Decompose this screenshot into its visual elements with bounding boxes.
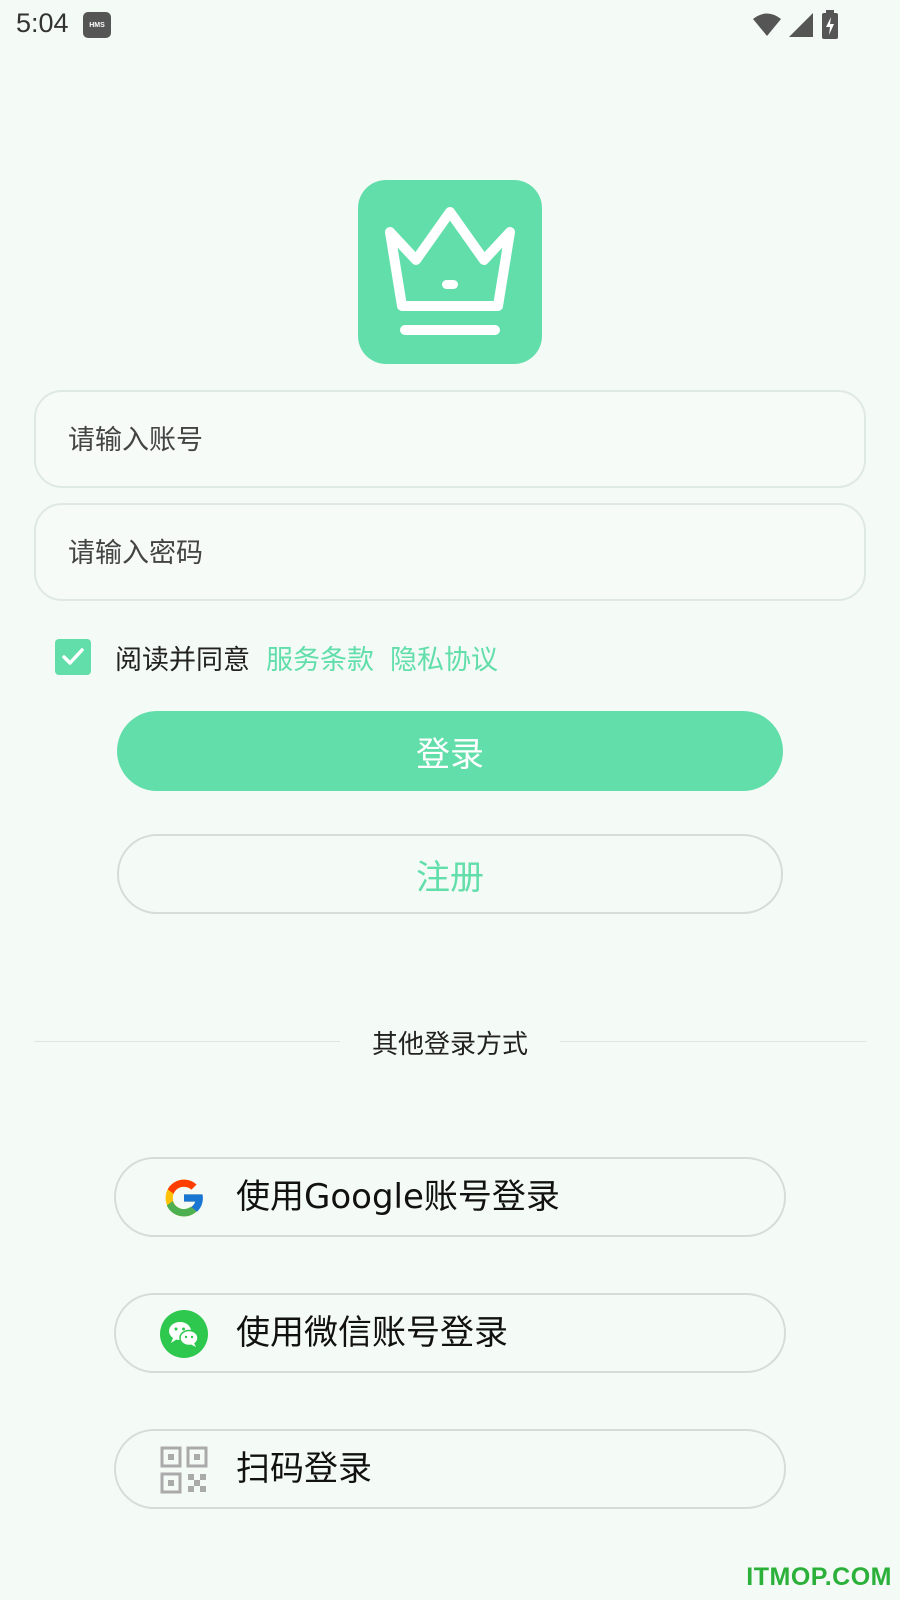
account-field bbox=[34, 390, 866, 488]
google-login-label: 使用Google账号登录 bbox=[236, 1177, 560, 1217]
wifi-icon bbox=[753, 13, 781, 36]
divider-line-right bbox=[560, 1041, 866, 1042]
register-button[interactable]: 注册 bbox=[117, 834, 783, 914]
account-input[interactable] bbox=[66, 392, 830, 488]
battery-charging-icon bbox=[822, 10, 838, 39]
status-icons bbox=[752, 10, 840, 40]
login-button[interactable]: 登录 bbox=[117, 711, 783, 791]
status-time: 5:04 bbox=[16, 8, 69, 38]
itmop-watermark: ITMOP.COM bbox=[746, 1563, 892, 1591]
google-icon bbox=[165, 1179, 204, 1217]
wechat-login-button[interactable]: 使用微信账号登录 bbox=[114, 1293, 786, 1373]
terms-link[interactable]: 服务条款 bbox=[266, 638, 374, 677]
agreement-text: 阅读并同意 bbox=[115, 644, 250, 676]
qr-login-button[interactable]: 扫码登录 bbox=[114, 1429, 786, 1509]
hms-badge: HMS bbox=[83, 12, 111, 38]
agreement-checkbox[interactable] bbox=[55, 639, 91, 675]
wechat-login-label: 使用微信账号登录 bbox=[236, 1313, 508, 1353]
crown-icon bbox=[385, 207, 515, 335]
google-login-button[interactable]: 使用Google账号登录 bbox=[114, 1157, 786, 1237]
qr-login-label: 扫码登录 bbox=[236, 1449, 372, 1489]
signal-icon bbox=[789, 13, 813, 37]
checkmark-icon bbox=[62, 648, 84, 665]
agreement-row: 阅读并同意 服务条款 隐私协议 bbox=[55, 638, 514, 676]
app-logo bbox=[358, 180, 542, 364]
status-bar: 5:04 HMS bbox=[0, 0, 900, 50]
password-input[interactable] bbox=[66, 505, 830, 601]
other-login-divider: 其他登录方式 bbox=[34, 1022, 866, 1062]
wechat-icon bbox=[160, 1310, 208, 1358]
password-field bbox=[34, 503, 866, 601]
qr-code-icon bbox=[160, 1446, 208, 1494]
privacy-link[interactable]: 隐私协议 bbox=[390, 638, 498, 677]
other-login-title: 其他登录方式 bbox=[371, 1030, 528, 1060]
